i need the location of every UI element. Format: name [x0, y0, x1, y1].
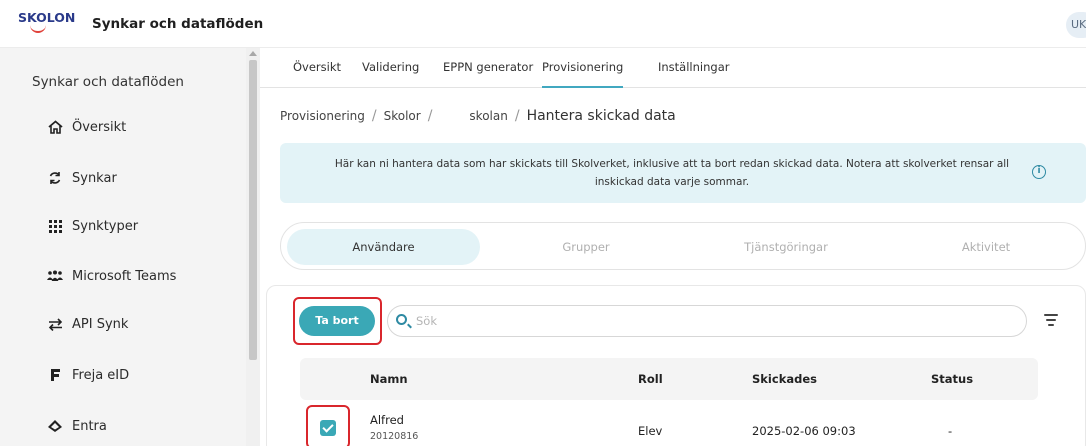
scroll-up-arrow-icon[interactable] — [249, 51, 257, 56]
logo-smile-icon — [30, 25, 46, 33]
sidebar-item-label: Freja eID — [72, 367, 130, 383]
scroll-thumb[interactable] — [249, 60, 257, 360]
sidebar-title: Synkar och dataflöden — [32, 74, 184, 90]
search-bar[interactable] — [387, 305, 1027, 337]
sidebar-scrollbar[interactable] — [246, 48, 260, 446]
skolon-logo[interactable]: SKOLON — [18, 10, 75, 38]
sidebar-item-freja-eid[interactable]: Freja eID — [46, 359, 236, 391]
search-icon — [396, 314, 407, 325]
sidebar-item-oversikt[interactable]: Översikt — [46, 111, 236, 143]
cell-sent: 2025-02-06 09:03 — [752, 424, 856, 438]
column-header-status[interactable]: Status — [931, 372, 973, 386]
segment-tjanstgoringar[interactable]: Tjänstgöringar — [688, 229, 884, 265]
column-header-skickades[interactable]: Skickades — [752, 372, 817, 386]
search-input[interactable] — [416, 311, 1006, 331]
sidebar-item-microsoft-teams[interactable]: Microsoft Teams — [46, 260, 236, 292]
sidebar-item-label: Översikt — [72, 119, 127, 135]
segment-anvandare[interactable]: Användare — [287, 229, 480, 265]
breadcrumb-separator: / — [514, 108, 520, 124]
sidebar-item-api-synk[interactable]: API Synk — [46, 308, 236, 340]
sidebar-item-label: Synkar — [72, 170, 117, 186]
breadcrumb-separator: / — [427, 108, 433, 124]
delete-button[interactable]: Ta bort — [299, 306, 375, 336]
sidebar: Synkar och dataflöden Översikt Synkar Sy… — [0, 48, 246, 446]
freja-icon — [46, 366, 64, 384]
info-banner: Här kan ni hantera data som har skickats… — [280, 143, 1086, 203]
sidebar-item-label: Synktyper — [72, 218, 139, 234]
sidebar-item-label: Entra — [72, 418, 107, 434]
info-icon[interactable]: i — [1032, 165, 1046, 179]
table-row[interactable]: Alfred 20120816 Elev 2025-02-06 09:03 - — [300, 400, 1038, 446]
filter-icon[interactable] — [1044, 314, 1058, 326]
breadcrumb-provisionering[interactable]: Provisionering — [280, 109, 365, 123]
segment-grupper[interactable]: Grupper — [488, 229, 684, 265]
tab-provisionering[interactable]: Provisionering — [542, 60, 624, 88]
breadcrumb-skolan[interactable]: skolan — [469, 109, 507, 123]
tab-validering[interactable]: Validering — [362, 60, 419, 88]
top-bar: SKOLON Synkar och dataflöden UK — [0, 0, 1086, 48]
entity-segmented-control: Användare Grupper Tjänstgöringar Aktivit… — [280, 222, 1086, 270]
swap-arrows-icon — [46, 315, 64, 333]
teams-icon — [46, 267, 64, 285]
app-title: Synkar och dataflöden — [92, 16, 264, 32]
sidebar-item-label: API Synk — [72, 316, 129, 332]
cell-name: Alfred — [370, 413, 404, 427]
breadcrumb-skolor[interactable]: Skolor — [384, 109, 421, 123]
column-header-roll[interactable]: Roll — [638, 372, 663, 386]
segment-aktivitet[interactable]: Aktivitet — [888, 229, 1084, 265]
user-avatar[interactable]: UK — [1066, 12, 1086, 38]
sidebar-item-synktyper[interactable]: Synktyper — [46, 210, 236, 242]
entra-icon — [46, 417, 64, 435]
sidebar-item-entra[interactable]: Entra — [46, 410, 236, 442]
page-title: Hantera skickad data — [526, 108, 676, 124]
breadcrumb-separator: / — [371, 108, 377, 124]
tab-installningar[interactable]: Inställningar — [658, 60, 729, 88]
logo-text: SKOLON — [18, 10, 76, 25]
breadcrumb: Provisionering / Skolor / skolan / Hantera ski… — [280, 108, 676, 124]
column-header-namn[interactable]: Namn — [370, 372, 408, 386]
sidebar-item-label: Microsoft Teams — [72, 268, 177, 284]
tab-bar: Översikt Validering EPPN generator Provi… — [260, 48, 1086, 88]
table-header: Namn Roll Skickades Status — [300, 358, 1038, 400]
info-text: Här kan ni hantera data som har skickats… — [334, 158, 1010, 188]
cell-role: Elev — [638, 424, 663, 438]
cell-id: 20120816 — [370, 431, 419, 442]
home-icon — [46, 118, 64, 136]
sync-icon — [46, 169, 64, 187]
sidebar-item-synkar[interactable]: Synkar — [46, 162, 236, 194]
cell-status: - — [948, 424, 953, 438]
grid-icon — [46, 217, 64, 235]
tab-eppn-generator[interactable]: EPPN generator — [443, 60, 533, 88]
tab-oversikt[interactable]: Översikt — [293, 60, 341, 88]
